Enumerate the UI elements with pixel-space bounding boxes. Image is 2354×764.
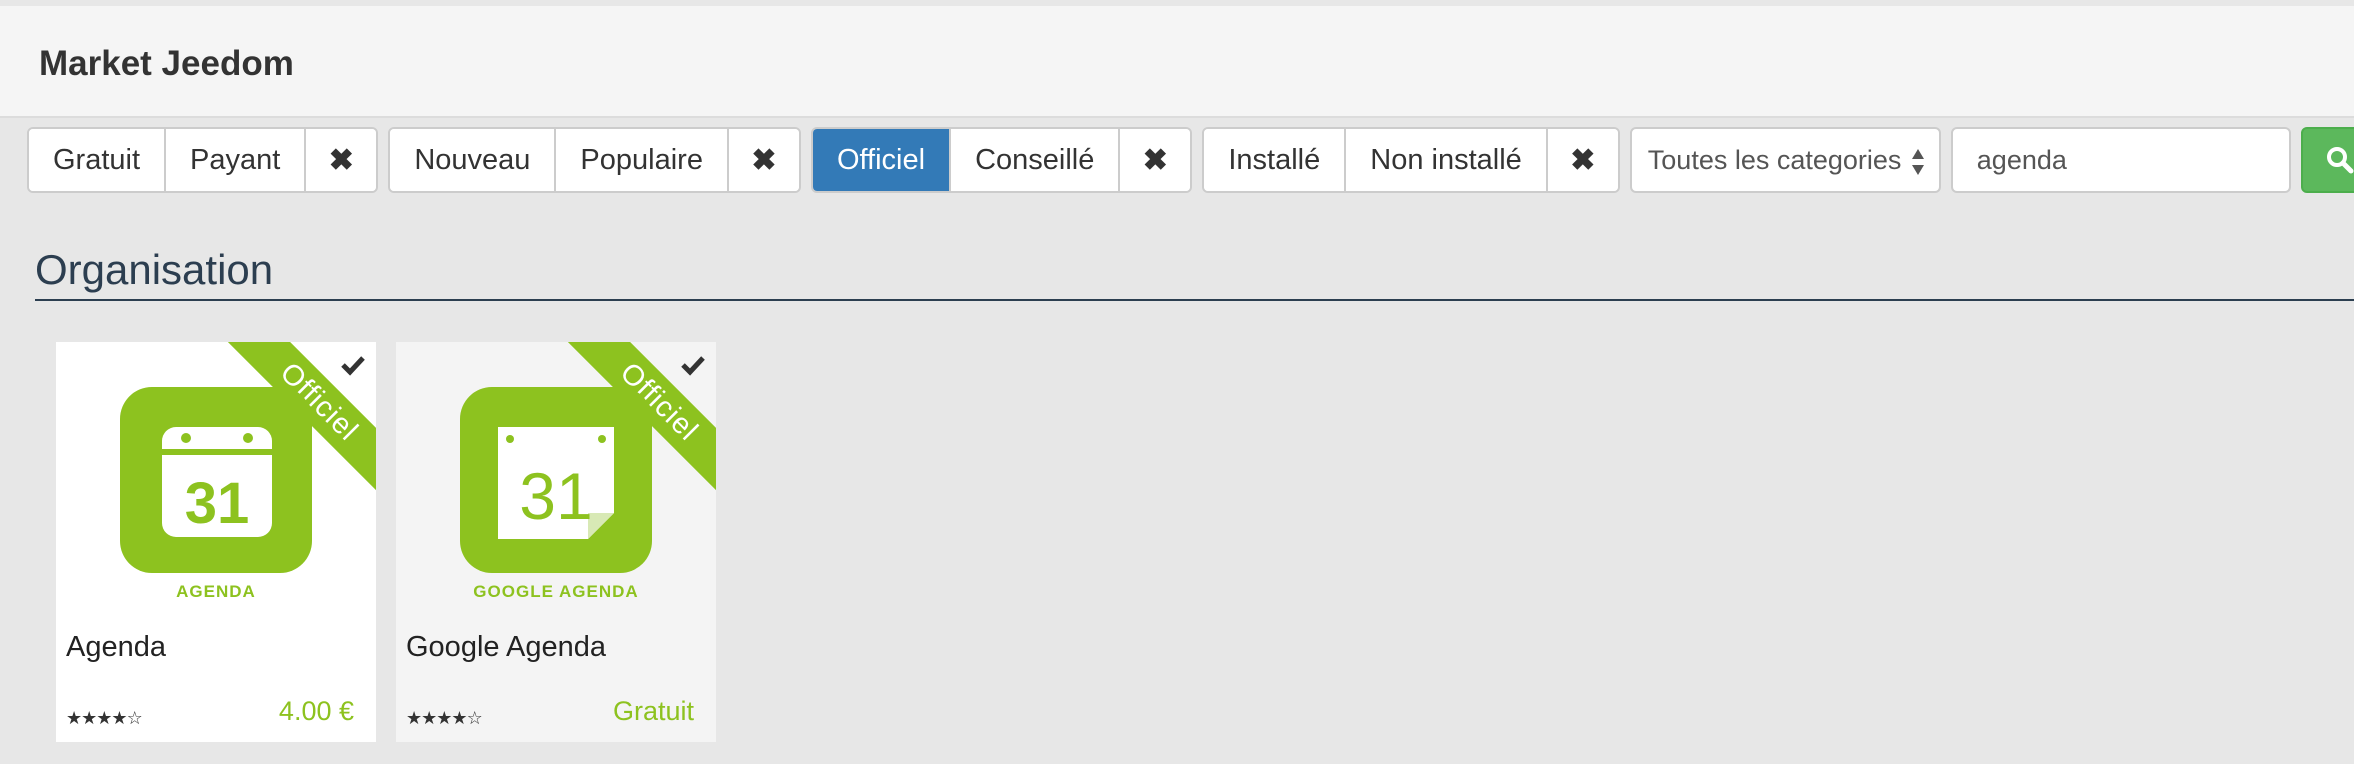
plugin-card-agenda[interactable]: Officiel 31 AGENDA Agenda ★★★★☆ 4.00 € — [56, 342, 376, 742]
clear-install-filter-button[interactable]: ✖ — [1547, 129, 1618, 191]
star-icon: ★ — [96, 708, 112, 729]
plugin-price: 4.00 € — [278, 696, 354, 726]
plugin-price: Gratuit — [612, 696, 694, 726]
clear-popularity-filter-button[interactable]: ✖ — [728, 129, 799, 191]
logo-label: GOOGLE AGENDA — [473, 582, 639, 601]
logo-day: 31 — [519, 459, 592, 533]
filter-populaire-button[interactable]: Populaire — [556, 129, 729, 191]
filter-conseille-button[interactable]: Conseillé — [951, 129, 1121, 191]
filter-gratuit-button[interactable]: Gratuit — [29, 129, 167, 191]
times-icon: ✖ — [751, 143, 777, 177]
agenda-calendar-icon: 31 — [120, 387, 312, 573]
star-outline-icon: ☆ — [126, 708, 143, 729]
select-arrows-icon — [1911, 149, 1924, 175]
times-icon: ✖ — [1570, 143, 1596, 177]
logo-day: 31 — [185, 471, 250, 536]
filter-nouveau-button[interactable]: Nouveau — [390, 129, 557, 191]
plugin-name: Google Agenda — [406, 631, 606, 663]
search-input[interactable]: agenda — [1950, 127, 2291, 193]
filter-officiel-button[interactable]: Officiel — [812, 129, 952, 191]
plugin-card-google-agenda[interactable]: Officiel 31 GOOGLE AGENDA Google Agenda … — [396, 342, 716, 742]
install-filter-group: Installé Non installé ✖ — [1202, 127, 1620, 193]
star-icon: ★ — [66, 708, 82, 729]
search-button[interactable] — [2300, 127, 2354, 193]
plugin-name: Agenda — [66, 631, 166, 663]
filter-bar: Gratuit Payant ✖ Nouveau Populaire ✖ Off… — [27, 127, 2354, 193]
rating-stars: ★★★★☆ — [406, 708, 483, 729]
section-divider — [35, 299, 2354, 301]
category-select[interactable]: Toutes les categories — [1629, 127, 1941, 193]
times-icon: ✖ — [1142, 143, 1168, 177]
certification-filter-group: Officiel Conseillé ✖ — [810, 127, 1193, 193]
star-icon: ★ — [451, 708, 467, 729]
times-icon: ✖ — [328, 143, 354, 177]
logo-label: AGENDA — [176, 582, 256, 601]
section-title: Organisation — [35, 246, 274, 293]
check-icon — [681, 356, 705, 376]
category-select-value: Toutes les categories — [1647, 144, 1902, 175]
star-icon: ★ — [436, 708, 452, 729]
filter-installe-button[interactable]: Installé — [1204, 129, 1347, 191]
star-icon: ★ — [111, 708, 127, 729]
google-calendar-icon: 31 — [460, 387, 652, 573]
rating-stars: ★★★★☆ — [66, 708, 143, 729]
clear-price-filter-button[interactable]: ✖ — [306, 129, 377, 191]
price-filter-group: Gratuit Payant ✖ — [27, 127, 379, 193]
page-header: Market Jeedom — [0, 6, 2354, 118]
check-icon — [341, 356, 365, 376]
filter-payant-button[interactable]: Payant — [166, 129, 307, 191]
page-title: Market Jeedom — [39, 44, 294, 83]
star-icon: ★ — [81, 708, 97, 729]
clear-certification-filter-button[interactable]: ✖ — [1120, 129, 1191, 191]
star-outline-icon: ☆ — [466, 708, 483, 729]
filter-non-installe-button[interactable]: Non installé — [1346, 129, 1548, 191]
search-icon — [2326, 147, 2354, 174]
star-icon: ★ — [406, 708, 422, 729]
popularity-filter-group: Nouveau Populaire ✖ — [388, 127, 801, 193]
star-icon: ★ — [421, 708, 437, 729]
